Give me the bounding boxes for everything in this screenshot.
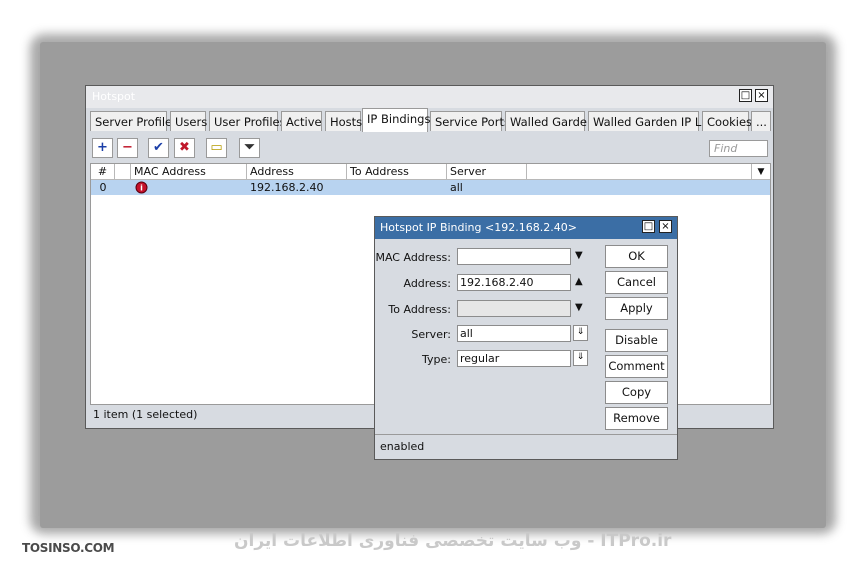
- column-header-to-address[interactable]: To Address: [347, 164, 447, 180]
- remove-binding-button[interactable]: Remove: [605, 407, 668, 430]
- ip-binding-dialog: Hotspot IP Binding <192.168.2.40> □ × MA…: [374, 216, 678, 460]
- dialog-titlebar[interactable]: Hotspot IP Binding <192.168.2.40> □ ×: [375, 217, 677, 239]
- add-button[interactable]: +: [92, 138, 113, 158]
- filter-button[interactable]: ⏷: [239, 138, 260, 158]
- address-chevron-up-icon[interactable]: ▲: [575, 276, 583, 287]
- tab-hosts[interactable]: Hosts: [325, 111, 362, 131]
- column-header-mac[interactable]: MAC Address: [131, 164, 247, 180]
- tab-service-ports[interactable]: Service Ports: [430, 111, 510, 131]
- tab-cookies[interactable]: Cookies: [702, 111, 752, 131]
- disable-button[interactable]: ✖: [174, 138, 195, 158]
- type-select[interactable]: regular: [457, 350, 571, 367]
- tab-server-profiles[interactable]: Server Profiles: [90, 111, 178, 131]
- dialog-status: enabled: [375, 434, 677, 459]
- column-header-empty: [527, 164, 752, 180]
- mac-address-field[interactable]: [457, 248, 571, 265]
- tab-ip-bindings[interactable]: IP Bindings: [362, 108, 430, 132]
- column-header-flag: [115, 164, 131, 180]
- to-address-field[interactable]: [457, 300, 571, 317]
- mac-address-chevron-down-icon[interactable]: ▼: [575, 250, 583, 261]
- dialog-title: Hotspot IP Binding <192.168.2.40>: [380, 221, 577, 234]
- tab-user-profiles[interactable]: User Profiles: [209, 111, 286, 131]
- column-header-number[interactable]: #: [91, 164, 115, 180]
- remove-button[interactable]: −: [117, 138, 138, 158]
- column-header-address[interactable]: Address: [247, 164, 347, 180]
- row-address: 192.168.2.40: [250, 181, 324, 194]
- column-menu-chevron-down-icon[interactable]: ▼: [752, 164, 770, 180]
- address-label: Address:: [403, 277, 451, 290]
- table-row[interactable]: 0 i 192.168.2.40 all: [91, 180, 770, 195]
- comment-button[interactable]: ▭: [206, 138, 227, 158]
- to-address-label: To Address:: [388, 303, 451, 316]
- watermark-tosinso: TOSINSO.COM: [22, 541, 115, 555]
- row-number: 0: [99, 181, 107, 194]
- disable-binding-button[interactable]: Disable: [605, 329, 668, 352]
- dialog-close-icon[interactable]: ×: [659, 220, 672, 233]
- row-server: all: [450, 181, 463, 194]
- server-dropdown-icon[interactable]: ⇓: [573, 325, 588, 341]
- tab-walled-garden[interactable]: Walled Garden: [505, 111, 594, 131]
- ok-button[interactable]: OK: [605, 245, 668, 268]
- to-address-chevron-down-icon[interactable]: ▼: [575, 302, 583, 313]
- find-input[interactable]: Find: [709, 140, 768, 157]
- hotspot-titlebar[interactable]: Hotspot □ ×: [86, 86, 773, 108]
- watermark-itpro: وب سایت تخصصی فناوری اطلاعات ایران - ITP…: [234, 531, 672, 551]
- mac-address-label: MAC Address:: [375, 251, 451, 264]
- type-dropdown-icon[interactable]: ⇓: [573, 350, 588, 366]
- svg-text:i: i: [140, 184, 143, 193]
- address-field[interactable]: 192.168.2.40: [457, 274, 571, 291]
- type-label: Type:: [422, 353, 451, 366]
- apply-button[interactable]: Apply: [605, 297, 668, 320]
- dynamic-binding-icon: i: [135, 180, 148, 195]
- copy-button[interactable]: Copy: [605, 381, 668, 404]
- cancel-button[interactable]: Cancel: [605, 271, 668, 294]
- comment-binding-button[interactable]: Comment: [605, 355, 668, 378]
- server-select[interactable]: all: [457, 325, 571, 342]
- dialog-maximize-icon[interactable]: □: [642, 220, 655, 233]
- tab-active[interactable]: Active: [281, 111, 322, 131]
- enable-button[interactable]: ✔: [148, 138, 169, 158]
- tab-more[interactable]: ...: [751, 111, 771, 131]
- tab-walled-garden-ip-list[interactable]: Walled Garden IP List: [588, 111, 715, 131]
- close-icon[interactable]: ×: [755, 89, 768, 102]
- window-title: Hotspot: [92, 90, 136, 103]
- server-label: Server:: [411, 328, 451, 341]
- maximize-icon[interactable]: □: [739, 89, 752, 102]
- tab-users[interactable]: Users: [170, 111, 207, 131]
- column-header-server[interactable]: Server: [447, 164, 527, 180]
